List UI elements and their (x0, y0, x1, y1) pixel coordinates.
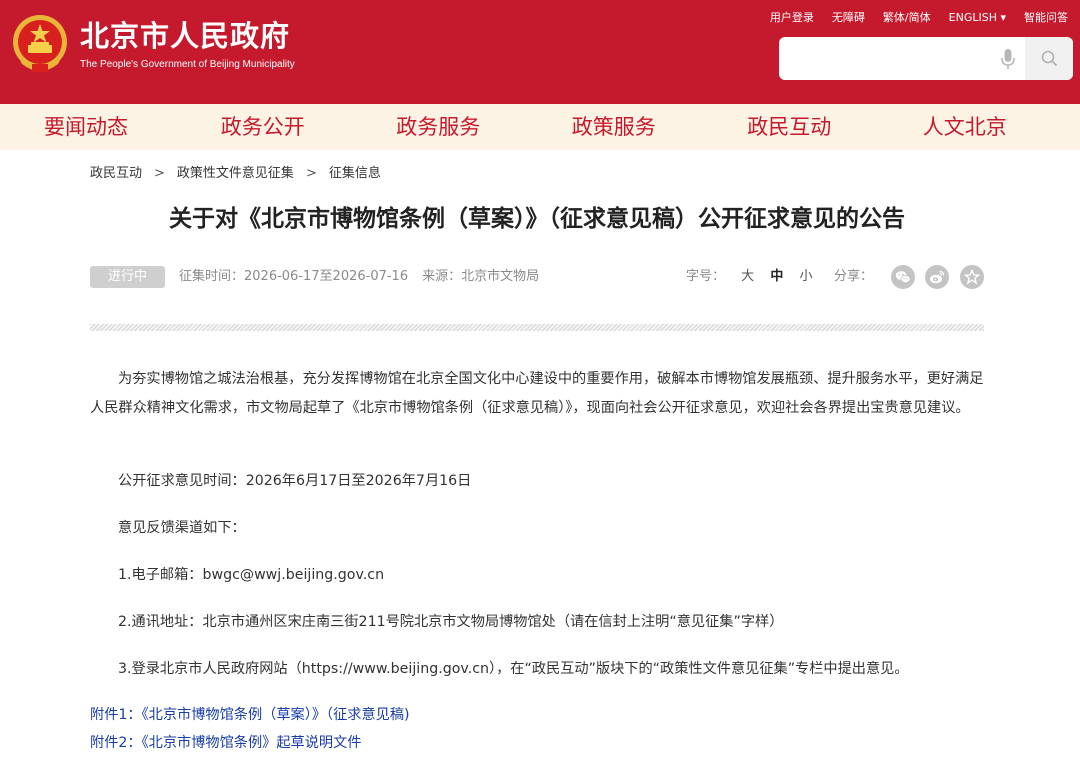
breadcrumb-item[interactable]: 政民互动 (90, 165, 142, 183)
font-size-large[interactable]: 大 (741, 269, 754, 284)
attachment-link-2[interactable]: 附件2：《北京市博物馆条例》起草说明文件 (90, 733, 362, 753)
font-size-small[interactable]: 小 (799, 269, 812, 284)
nav-item-gov-affairs[interactable]: 政务公开 (175, 104, 351, 150)
article-meta: 进行中 征集时间：2026-06-17至2026-07-16 来源：北京市文物局 … (90, 265, 984, 289)
nav-item-news[interactable]: 要闻动态 (0, 104, 175, 150)
breadcrumb-separator: > (305, 166, 317, 181)
channel-heading: 意见反馈渠道如下： (90, 514, 984, 543)
wechat-icon[interactable] (891, 265, 915, 289)
paragraph: 2.通讯地址：北京市通州区宋庄南三街211号院北京市文物局博物馆处（请在信封上注… (118, 614, 784, 630)
breadcrumb-item[interactable]: 征集信息 (329, 165, 381, 183)
paragraph: 意见反馈渠道如下： (118, 520, 246, 536)
main-nav: 要闻动态 政务公开 政务服务 政策服务 政民互动 人文北京 (0, 104, 1080, 150)
nav-item-interaction[interactable]: 政民互动 (702, 104, 878, 150)
status-badge: 进行中 (90, 266, 165, 288)
nav-item-policy-services[interactable]: 政策服务 (526, 104, 702, 150)
paragraph: 为夯实博物馆之城法治根基，充分发挥博物馆在北京全国文化中心建设中的重要作用，破解… (90, 371, 984, 416)
nav-item-culture[interactable]: 人文北京 (877, 104, 1053, 150)
share-label: 分享： (834, 269, 874, 284)
breadcrumb-item[interactable]: 政策性文件意见征集 (177, 165, 294, 183)
breadcrumb: 政民互动 > 政策性文件意见征集 > 征集信息 (90, 165, 381, 183)
microphone-icon[interactable] (1001, 49, 1015, 69)
traditional-simplified-toggle[interactable]: 繁体/简体 (883, 10, 931, 26)
site-title[interactable]: 北京市人民政府 (80, 18, 290, 54)
site-subtitle: The People's Government of Beijing Munic… (80, 59, 295, 70)
login-link[interactable]: 用户登录 (770, 10, 814, 26)
paragraph: 3.登录北京市人民政府网站（https://www.beijing.gov.cn… (118, 661, 909, 677)
email-paragraph: 1.电子邮箱：bwgc@wwj.beijing.gov.cn (90, 561, 984, 590)
font-size-control: 字号： 大 中 小 (686, 268, 812, 286)
meta-info: 征集时间：2026-06-17至2026-07-16 来源：北京市文物局 (179, 268, 539, 286)
nav-item-gov-services[interactable]: 政务服务 (351, 104, 527, 150)
weibo-icon[interactable] (925, 265, 949, 289)
time-paragraph: 公开征求意见时间：2026年6月17日至2026年7月16日 (90, 467, 984, 496)
collect-time: 征集时间：2026-06-17至2026-07-16 (179, 269, 409, 284)
smart-qa-link[interactable]: 智能问答 (1024, 10, 1068, 26)
paragraph: 公开征求意见时间：2026年6月17日至2026年7月16日 (118, 473, 472, 489)
national-emblem-icon[interactable] (10, 12, 70, 76)
page-title: 关于对《北京市博物馆条例（草案）》（征求意见稿）公开征求意见的公告 (169, 206, 905, 232)
intro-paragraph: 为夯实博物馆之城法治根基，充分发挥博物馆在北京全国文化中心建设中的重要作用，破解… (90, 365, 984, 423)
attachment-link-1[interactable]: 附件1：《北京市博物馆条例（草案）》（征求意见稿) (90, 705, 410, 725)
website-paragraph: 3.登录北京市人民政府网站（https://www.beijing.gov.cn… (90, 655, 984, 684)
search-icon (1041, 50, 1058, 67)
accessibility-link[interactable]: 无障碍 (832, 10, 865, 26)
top-links: 用户登录 无障碍 繁体/简体 ENGLISH ▾ 智能问答 (770, 10, 1068, 26)
search-button[interactable] (1025, 37, 1073, 80)
breadcrumb-separator: > (154, 166, 165, 181)
section-divider (90, 324, 984, 331)
address-paragraph: 2.通讯地址：北京市通州区宋庄南三街211号院北京市文物局博物馆处（请在信封上注… (90, 608, 984, 637)
english-link[interactable]: ENGLISH ▾ (949, 10, 1006, 26)
favorite-star-icon[interactable] (960, 265, 984, 289)
font-size-label: 字号： (686, 269, 726, 284)
site-header: 北京市人民政府 The People's Government of Beiji… (0, 0, 1080, 104)
search-box (779, 37, 1073, 80)
font-size-medium[interactable]: 中 (770, 269, 783, 284)
paragraph: 1.电子邮箱：bwgc@wwj.beijing.gov.cn (118, 567, 385, 583)
source: 来源：北京市文物局 (422, 269, 540, 284)
search-input[interactable] (779, 37, 999, 80)
